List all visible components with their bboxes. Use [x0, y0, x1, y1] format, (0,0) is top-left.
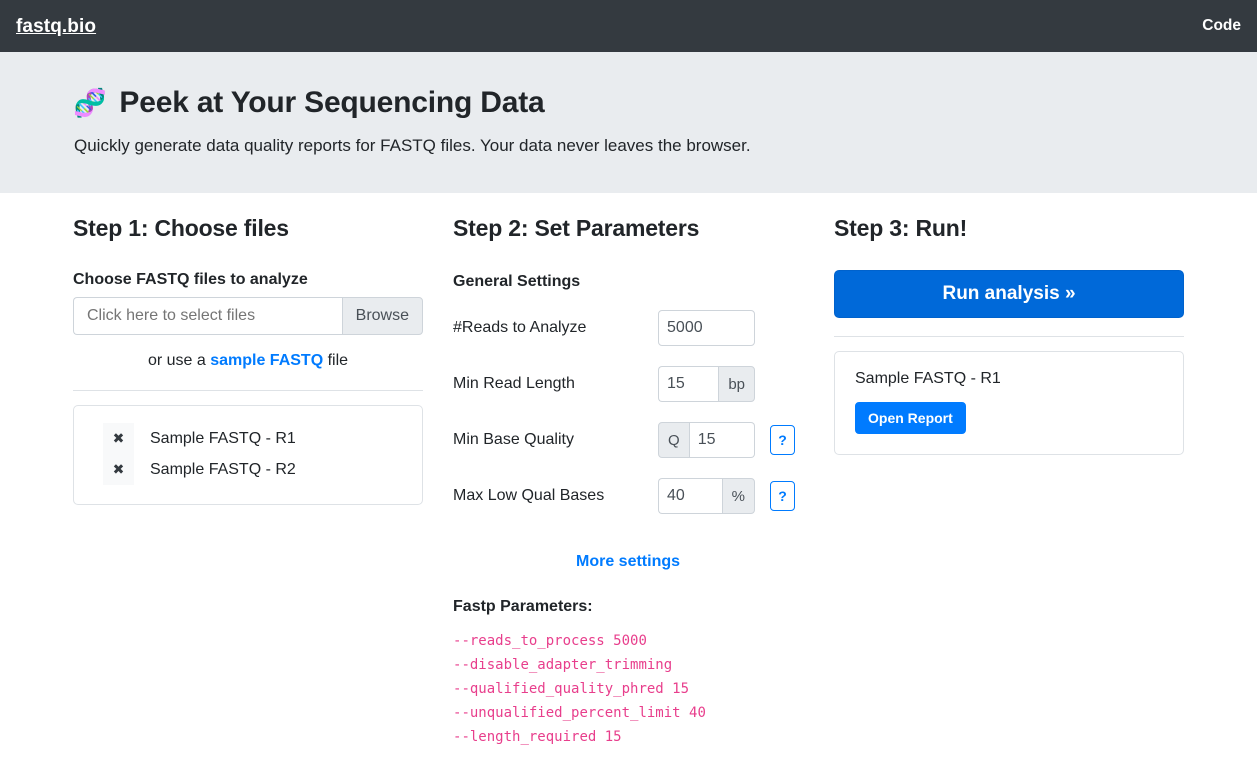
param-row-min-read-length: Min Read Length bp — [453, 365, 804, 403]
file-input-group: Browse — [73, 297, 423, 335]
page-subtitle: Quickly generate data quality reports fo… — [74, 136, 1257, 156]
param-row-max-low-qual-bases: Max Low Qual Bases % ? — [453, 477, 804, 515]
page-title: 🧬 Peek at Your Sequencing Data — [73, 85, 1257, 121]
run-analysis-button[interactable]: Run analysis » — [834, 270, 1184, 318]
bp-unit-addon: bp — [718, 366, 755, 402]
list-item: ✖ Sample FASTQ - R1 — [74, 423, 422, 454]
percent-unit-addon: % — [722, 478, 755, 514]
browse-button[interactable]: Browse — [342, 297, 423, 335]
open-report-button[interactable]: Open Report — [855, 402, 966, 434]
code-line: --disable_adapter_trimming — [453, 653, 804, 677]
dna-emoji: 🧬 — [73, 90, 106, 117]
step3-title: Step 3: Run! — [834, 215, 1184, 242]
sample-fastq-line: or use a sample FASTQ file — [73, 352, 423, 370]
help-icon-max-low-qual-bases[interactable]: ? — [770, 481, 795, 511]
reads-input-group — [658, 310, 755, 346]
list-item: ✖ Sample FASTQ - R2 — [74, 454, 422, 485]
general-settings-label: General Settings — [453, 273, 804, 291]
page-title-text: Peek at Your Sequencing Data — [119, 85, 544, 121]
sample-suffix-text: file — [328, 352, 348, 369]
param-label-min-base-quality: Min Base Quality — [453, 431, 658, 449]
remove-file-icon[interactable]: ✖ — [103, 454, 134, 485]
param-row-reads: #Reads to Analyze — [453, 309, 804, 347]
code-line: --reads_to_process 5000 — [453, 629, 804, 653]
remove-file-icon[interactable]: ✖ — [103, 423, 134, 454]
file-select-input[interactable] — [73, 297, 342, 335]
min-base-quality-input-group: Q — [658, 422, 755, 458]
result-card: Sample FASTQ - R1 Open Report — [834, 351, 1184, 455]
min-read-length-input[interactable] — [658, 366, 718, 402]
param-label-reads: #Reads to Analyze — [453, 319, 658, 337]
file-field-label: Choose FASTQ files to analyze — [73, 271, 423, 289]
step3-divider — [834, 336, 1184, 337]
min-base-quality-input[interactable] — [690, 422, 755, 458]
steps-container: Step 1: Choose files Choose FASTQ files … — [0, 210, 1257, 749]
navbar-code-link[interactable]: Code — [1202, 18, 1241, 34]
fastp-parameters-code: --reads_to_process 5000 --disable_adapte… — [453, 629, 804, 749]
sample-fastq-link[interactable]: sample FASTQ — [210, 352, 323, 369]
more-settings-link[interactable]: More settings — [453, 553, 803, 571]
code-line: --unqualified_percent_limit 40 — [453, 701, 804, 725]
step1-divider — [73, 390, 423, 391]
navbar-brand[interactable]: fastq.bio — [16, 17, 96, 36]
step2-title: Step 2: Set Parameters — [453, 215, 804, 242]
code-line: --qualified_quality_phred 15 — [453, 677, 804, 701]
result-file-name: Sample FASTQ - R1 — [855, 370, 1163, 388]
reads-input[interactable] — [658, 310, 755, 346]
selected-files-card: ✖ Sample FASTQ - R1 ✖ Sample FASTQ - R2 — [73, 405, 423, 505]
step1-column: Step 1: Choose files Choose FASTQ files … — [58, 210, 438, 749]
step1-title: Step 1: Choose files — [73, 215, 423, 242]
file-name-label: Sample FASTQ - R2 — [150, 461, 296, 479]
navbar: fastq.bio Code — [0, 0, 1257, 52]
max-low-qual-bases-input-group: % — [658, 478, 755, 514]
step2-column: Step 2: Set Parameters General Settings … — [438, 210, 819, 749]
max-low-qual-bases-input[interactable] — [658, 478, 722, 514]
step3-column: Step 3: Run! Run analysis » Sample FASTQ… — [819, 210, 1199, 749]
code-line: --length_required 15 — [453, 725, 804, 749]
param-label-min-read-length: Min Read Length — [453, 375, 658, 393]
fastp-parameters-label: Fastp Parameters: — [453, 598, 804, 616]
file-name-label: Sample FASTQ - R1 — [150, 430, 296, 448]
param-label-max-low-qual-bases: Max Low Qual Bases — [453, 487, 658, 505]
sample-prefix-text: or use a — [148, 352, 206, 369]
help-icon-min-base-quality[interactable]: ? — [770, 425, 795, 455]
q-unit-addon: Q — [658, 422, 690, 458]
min-read-length-input-group: bp — [658, 366, 755, 402]
hero-banner: 🧬 Peek at Your Sequencing Data Quickly g… — [0, 52, 1257, 193]
param-row-min-base-quality: Min Base Quality Q ? — [453, 421, 804, 459]
